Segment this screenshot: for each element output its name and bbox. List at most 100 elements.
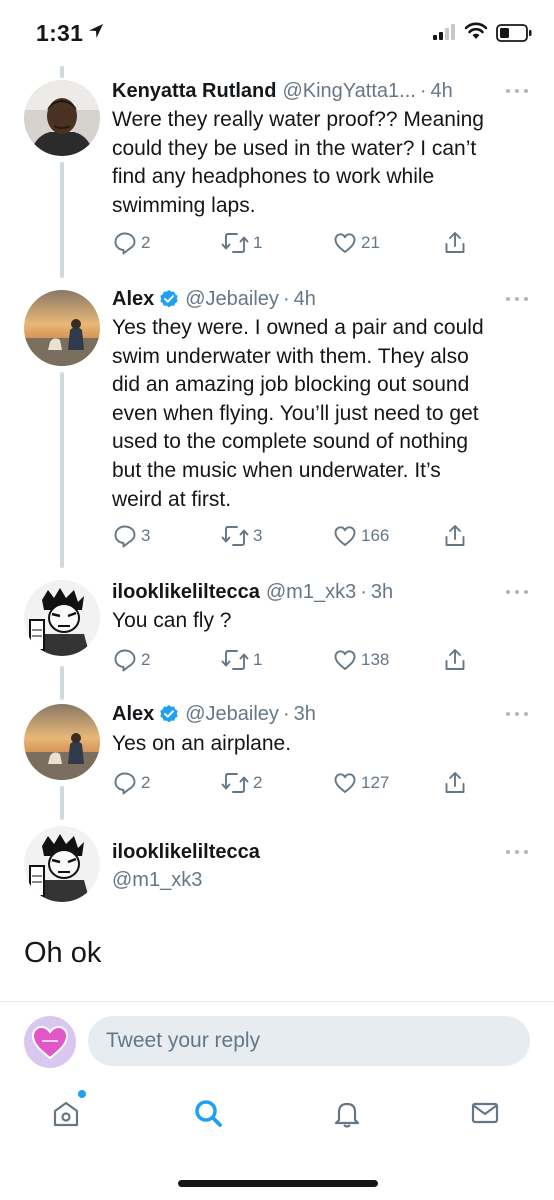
focused-tweet-text: Oh ok [24, 937, 102, 969]
focused-name: ilooklikeliltecca [112, 837, 260, 867]
tweet-text-line: find any headphones to work while [112, 165, 435, 189]
separator-dot: · [419, 79, 427, 102]
search-icon [195, 1100, 222, 1127]
tweet-actions: 2 1 138 [112, 647, 482, 673]
reply-input[interactable]: Tweet your reply [88, 1016, 530, 1066]
share-button[interactable] [442, 647, 471, 673]
avatar[interactable] [24, 290, 100, 366]
messages-icon [471, 1102, 499, 1124]
retweet-icon [221, 526, 249, 546]
tweet[interactable]: Alex @Jebailey · 3h Yes on an airplane. … [0, 692, 554, 804]
reply-button[interactable]: 3 [112, 523, 150, 549]
avatar[interactable] [24, 826, 100, 902]
tweet-header: Alex @Jebailey · 4h [112, 284, 316, 314]
more-options-icon[interactable] [504, 708, 530, 720]
like-button[interactable]: 138 [332, 647, 389, 673]
share-icon [445, 232, 465, 253]
reply-count: 2 [141, 233, 151, 252]
like-count: 166 [361, 526, 390, 545]
retweet-count: 1 [253, 650, 263, 669]
user-handle[interactable]: @Jebailey [185, 288, 279, 311]
share-icon [445, 525, 465, 546]
tweet-text: You can fly ? [112, 607, 532, 636]
retweet-icon [221, 773, 249, 793]
reply-count: 3 [141, 526, 151, 545]
reply-icon [114, 772, 136, 795]
tweet-text-line: swim underwater with them. They also [112, 344, 469, 368]
reply-icon [114, 649, 136, 672]
heart-icon [334, 233, 356, 253]
home-icon [53, 1101, 79, 1127]
tweet-text-line: did an amazing job blocking out sound [112, 373, 470, 397]
separator-dot: · [282, 287, 290, 310]
reply-button[interactable]: 2 [112, 647, 150, 673]
tweet-text-line: could they be used in the water? I can’t [112, 136, 477, 160]
reply-button[interactable]: 2 [112, 770, 150, 796]
like-count: 138 [361, 650, 390, 669]
focused-handle: @m1_xk3 [112, 865, 202, 895]
retweet-icon [221, 650, 249, 670]
user-handle[interactable]: @m1_xk3 [112, 869, 202, 892]
timestamp[interactable]: 3h [294, 703, 316, 726]
more-options-icon[interactable] [504, 293, 530, 305]
retweet-button[interactable]: 3 [220, 523, 262, 549]
home-indicator[interactable] [178, 1180, 378, 1187]
tweet-text-line: weird at first. [112, 487, 232, 511]
avatar[interactable] [24, 80, 100, 156]
retweet-button[interactable]: 1 [220, 230, 262, 256]
my-avatar[interactable] [24, 1016, 76, 1068]
tweet[interactable]: Alex @Jebailey · 4h Yes they were. I own… [0, 280, 554, 560]
share-icon [445, 772, 465, 793]
more-options-icon[interactable] [504, 586, 530, 598]
tweet-text: Yes they were. I owned a pair and could … [112, 314, 532, 514]
reply-icon [114, 525, 136, 548]
display-name[interactable]: Alex [112, 288, 154, 311]
tweet-header: Alex @Jebailey · 3h [112, 699, 316, 729]
notifications-icon [334, 1102, 360, 1128]
timestamp[interactable]: 3h [371, 581, 393, 604]
heart-icon [334, 773, 356, 793]
retweet-count: 2 [253, 773, 263, 792]
tab-home[interactable] [46, 1093, 86, 1133]
verified-badge-icon [159, 704, 179, 724]
like-button[interactable]: 21 [332, 230, 380, 256]
more-options-icon[interactable] [504, 85, 530, 97]
avatar[interactable] [24, 580, 100, 656]
tweet-text-line: Yes on an airplane. [112, 732, 292, 755]
tweet-header: ilooklikeliltecca @m1_xk3 · 3h [112, 577, 393, 607]
more-options-icon[interactable] [504, 846, 530, 858]
user-handle[interactable]: @Jebailey [185, 703, 279, 726]
retweet-button[interactable]: 1 [220, 647, 262, 673]
retweet-count: 1 [253, 233, 263, 252]
like-button[interactable]: 127 [332, 770, 389, 796]
avatar[interactable] [24, 704, 100, 780]
tab-messages[interactable] [465, 1093, 505, 1133]
user-handle[interactable]: @m1_xk3 [266, 581, 356, 604]
tab-search[interactable] [188, 1093, 228, 1133]
tab-notifications[interactable] [327, 1093, 367, 1133]
retweet-button[interactable]: 2 [220, 770, 262, 796]
verified-badge-icon [159, 289, 179, 309]
user-handle[interactable]: @KingYatta1... [282, 80, 415, 103]
display-name[interactable]: Alex [112, 703, 154, 726]
timestamp[interactable]: 4h [294, 288, 316, 311]
like-count: 21 [361, 233, 380, 252]
display-name[interactable]: ilooklikeliltecca [112, 841, 260, 864]
share-button[interactable] [442, 523, 471, 549]
display-name[interactable]: ilooklikeliltecca [112, 581, 260, 604]
share-button[interactable] [442, 770, 471, 796]
like-button[interactable]: 166 [332, 523, 389, 549]
tweet-text-line: swimming laps. [112, 193, 256, 217]
tweet-text-line: even when flying. You’ll just need to ge… [112, 401, 479, 425]
timestamp[interactable]: 4h [430, 80, 452, 103]
tweet-text-line: Were they really water proof?? Meaning [112, 108, 484, 131]
separator-dot: · [360, 580, 367, 603]
tweet[interactable]: ilooklikeliltecca @m1_xk3 · 3h You can f… [0, 568, 554, 684]
tweet[interactable]: Kenyatta Rutland @KingYatta1... · 4h Wer… [0, 0, 554, 270]
tweet-text-line: You can fly ? [112, 609, 232, 632]
tweet-actions: 3 3 166 [112, 523, 482, 549]
reply-button[interactable]: 2 [112, 230, 150, 256]
display-name[interactable]: Kenyatta Rutland [112, 80, 276, 103]
tweet-text-line: but the music when underwater. It’s [112, 458, 441, 482]
share-button[interactable] [442, 230, 471, 256]
